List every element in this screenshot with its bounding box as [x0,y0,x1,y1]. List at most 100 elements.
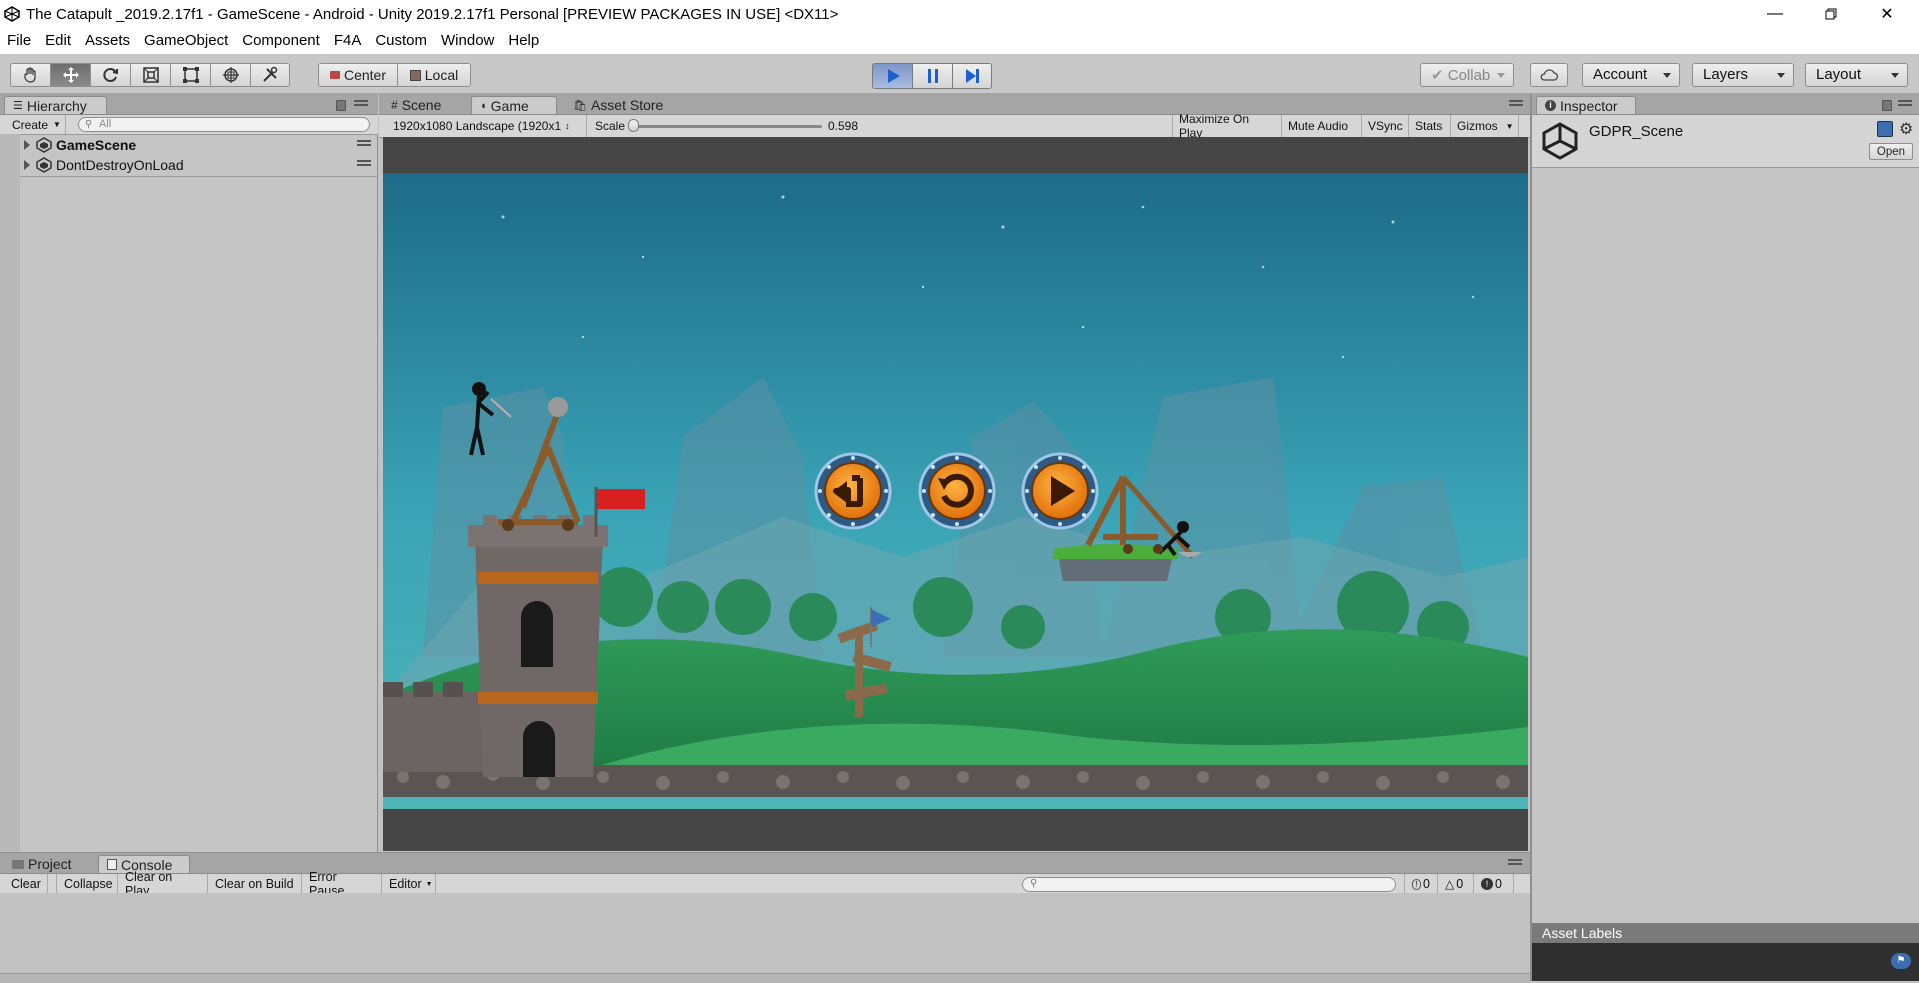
error-count: 0 [1495,877,1502,891]
clear-button[interactable]: Clear [4,874,48,894]
account-label: Account [1593,66,1648,83]
lock-icon[interactable] [1882,100,1892,111]
tab-game[interactable]: ◖ Game [471,96,557,114]
warning-filter-toggle[interactable]: △ 0 [1438,874,1474,894]
hierarchy-item-dontdestroyonload[interactable]: DontDestroyOnLoad [0,156,375,174]
cloud-button[interactable] [1530,63,1568,87]
menu-help[interactable]: Help [501,28,546,54]
pause-button[interactable] [912,63,952,89]
hand-icon[interactable] [10,63,50,87]
editor-label: Editor [389,877,422,891]
play-button[interactable] [872,63,912,89]
resolution-dropdown[interactable]: 1920x1080 Landscape (1920x1 ↕ [387,115,587,137]
inspector-object-name: GDPR_Scene [1589,123,1684,140]
error-icon: ! [1481,878,1493,890]
rotate-icon[interactable] [90,63,130,87]
main-toolbar: Center Local ✔ Collab Account Layers Lay… [0,54,1919,94]
hierarchy-item-label: GameScene [56,137,137,153]
maximize-label: Maximize On Play [1179,112,1250,140]
tab-hierarchy[interactable]: ☰ Hierarchy [4,96,107,114]
scale-slider-track[interactable] [634,125,822,128]
pivot-local-button[interactable]: Local [397,63,471,87]
menu-window[interactable]: Window [434,28,501,54]
mute-audio-toggle[interactable]: Mute Audio [1282,115,1362,137]
error-pause-toggle[interactable]: Error Pause [302,870,382,898]
back-button-icon [814,452,892,530]
hierarchy-tabbar: ☰ Hierarchy [0,94,378,115]
clear-on-build-toggle[interactable]: Clear on Build [208,874,302,894]
center-tabbar: # Scene ◖ Game 🛍 Asset Store [379,94,1530,115]
layout-label: Layout [1816,66,1862,83]
scale-icon[interactable] [130,63,170,87]
close-icon[interactable]: ✕ [1859,0,1915,28]
game-panel-header: # Scene ◖ Game 🛍 Asset Store 1920x1080 L… [379,94,1530,140]
panel-menu-icon[interactable] [1509,100,1523,110]
restart-button-icon [918,452,996,530]
status-bar [0,973,1530,983]
item-menu-icon[interactable] [357,140,371,150]
console-panel: Project Console Clear Collapse Clear on … [0,852,1530,983]
panel-menu-icon[interactable] [354,100,368,110]
editor-dropdown[interactable]: Editor ▼ [382,874,436,894]
layers-dropdown[interactable]: Layers [1692,63,1794,87]
menu-component[interactable]: Component [235,28,327,54]
tag-icon[interactable]: ⚑ [1891,953,1911,969]
restart-button[interactable] [918,452,996,530]
item-menu-icon[interactable] [357,160,371,170]
tab-asset-store[interactable]: 🛍 Asset Store [565,96,689,114]
maximize-on-play-toggle[interactable]: Maximize On Play [1172,112,1282,140]
lock-icon[interactable] [336,100,346,111]
expand-arrow-icon[interactable] [24,160,30,170]
hierarchy-search-input[interactable]: ⚲ All [78,117,370,132]
tab-inspector[interactable]: i Inspector [1536,96,1636,114]
info-filter-toggle[interactable]: ! 0 [1404,874,1438,894]
collab-dropdown[interactable]: ✔ Collab [1420,63,1514,87]
move-icon[interactable] [50,63,90,87]
local-cube-icon [409,69,421,81]
hierarchy-item-gamescene[interactable]: GameScene [0,136,375,154]
step-button[interactable] [952,63,992,89]
layout-dropdown[interactable]: Layout [1805,63,1908,87]
help-book-icon[interactable] [1877,121,1893,137]
menu-gameobject[interactable]: GameObject [137,28,235,54]
divider [20,176,378,177]
collapse-toggle[interactable]: Collapse [56,874,118,894]
scale-slider-thumb[interactable] [628,119,639,132]
menu-file[interactable]: File [0,28,38,54]
vsync-label: VSync [1368,119,1403,133]
clear-on-play-toggle[interactable]: Clear on Play [118,870,208,898]
panel-menu-icon[interactable] [1508,859,1522,869]
pivot-center-button[interactable]: Center [318,63,398,87]
expand-arrow-icon[interactable] [24,140,30,150]
caret-down-icon: ▼ [53,120,61,129]
create-dropdown[interactable]: Create ▼ [6,115,66,134]
menu-f4a[interactable]: F4A [327,28,369,54]
minimize-icon[interactable]: — [1747,0,1803,28]
tab-scene[interactable]: # Scene [383,96,469,114]
gear-icon[interactable]: ⚙ [1899,119,1913,139]
restore-icon[interactable] [1803,0,1859,28]
menu-edit[interactable]: Edit [38,28,78,54]
cloud-icon [1540,69,1559,81]
rect-icon[interactable] [170,63,210,87]
custom-tool-icon[interactable] [250,63,290,87]
open-button[interactable]: Open [1869,143,1913,160]
panel-menu-icon[interactable] [1898,100,1912,110]
menu-custom[interactable]: Custom [368,28,434,54]
stats-toggle[interactable]: Stats [1409,115,1451,137]
console-search-input[interactable]: ⚲ [1022,877,1396,892]
transform-icon[interactable] [210,63,250,87]
hierarchy-gutter [0,134,20,852]
layers-label: Layers [1703,66,1749,83]
game-view[interactable] [383,137,1528,851]
account-dropdown[interactable]: Account [1582,63,1680,87]
info-icon: ! [1412,878,1422,890]
inspector-panel: i Inspector GDPR_Scene ⚙ Open Asset Labe… [1530,94,1919,981]
vsync-toggle[interactable]: VSync [1362,115,1409,137]
back-button[interactable] [814,452,892,530]
error-filter-toggle[interactable]: ! 0 [1474,874,1514,894]
gizmos-dropdown[interactable]: Gizmos ▼ [1451,115,1519,137]
menu-assets[interactable]: Assets [78,28,137,54]
tab-project[interactable]: Project [4,855,98,873]
play-next-button[interactable] [1021,452,1099,530]
